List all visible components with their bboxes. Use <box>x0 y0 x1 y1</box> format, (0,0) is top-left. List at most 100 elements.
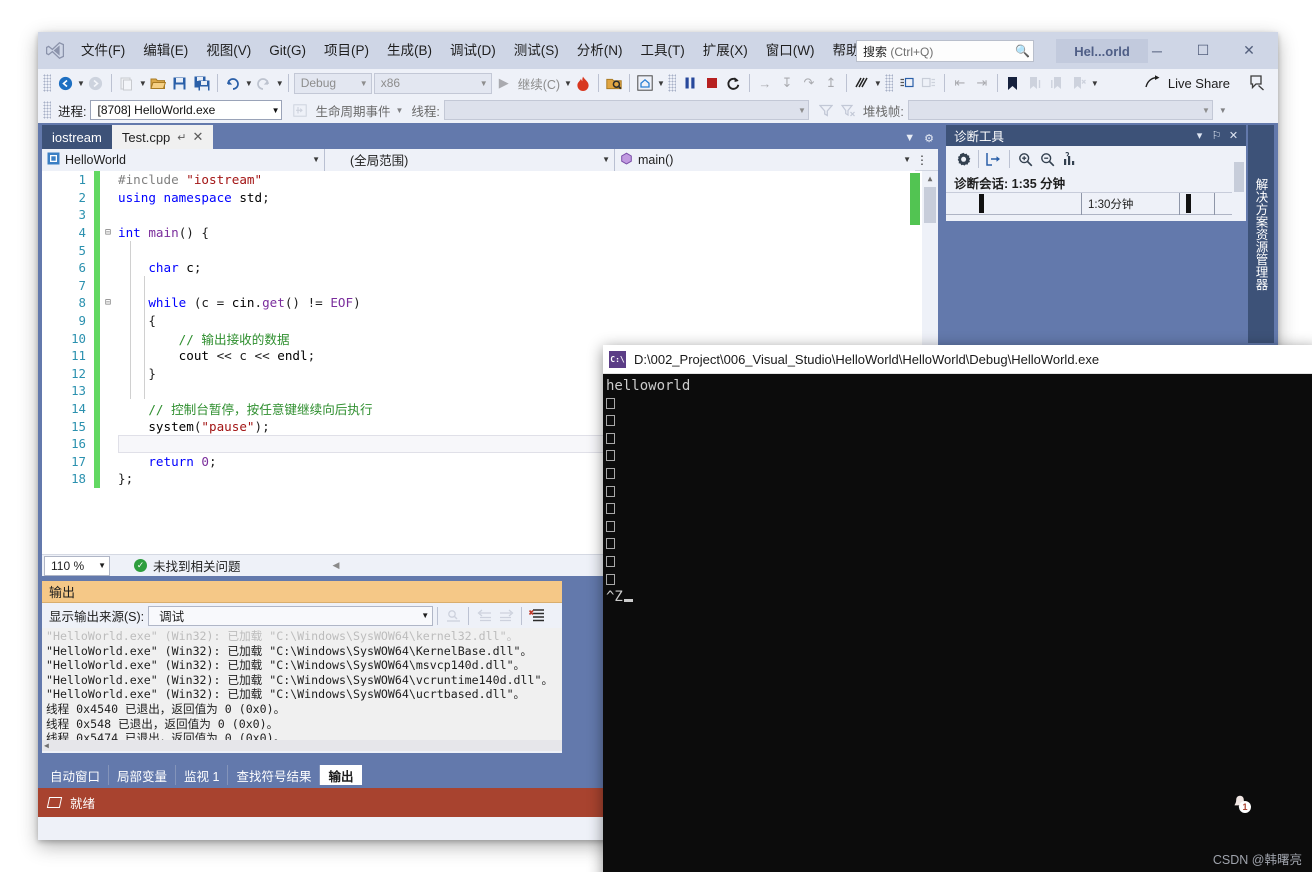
menu-item-git[interactable]: Git(G) <box>260 32 315 69</box>
lifecycle-dropdown-icon[interactable]: ▼ <box>396 106 404 115</box>
open-file-icon[interactable] <box>147 72 169 94</box>
issues-prev-icon[interactable]: ◀ <box>333 560 340 571</box>
lifecycle-events-icon[interactable] <box>289 99 311 121</box>
undo-icon[interactable] <box>222 72 244 94</box>
zoom-out-icon[interactable] <box>1036 148 1058 170</box>
live-visual-tree-icon[interactable] <box>634 72 656 94</box>
tab-watch-1[interactable]: 监视 1 <box>176 765 229 785</box>
output-text[interactable]: "HelloWorld.exe" (Win32): 已加载 "C:\Window… <box>42 628 562 751</box>
clear-filter-icon[interactable] <box>837 99 859 121</box>
toolbar-grip-2[interactable] <box>667 74 676 92</box>
nav-project-combo[interactable]: HelloWorld ▼ <box>42 148 325 171</box>
continue-label[interactable]: 继续(C) <box>515 74 563 93</box>
chevron-down-icon[interactable]: ▾ <box>1191 129 1208 142</box>
navigate-forward-icon[interactable] <box>85 72 107 94</box>
split-editor-icon[interactable]: ⋮ <box>915 153 929 167</box>
select-tools-chart-icon[interactable] <box>1058 148 1080 170</box>
filter-threads-icon[interactable] <box>815 99 837 121</box>
code-line[interactable]: 7 <box>42 276 938 295</box>
document-tab-iostream[interactable]: iostream <box>42 125 112 149</box>
code-line[interactable]: 1 #include "iostream" <box>42 171 938 189</box>
go-to-previous-message-icon[interactable] <box>473 605 495 627</box>
menu-item-extensions[interactable]: 扩展(X) <box>694 32 757 69</box>
menu-item-file[interactable]: 文件(F) <box>72 32 134 69</box>
menu-item-test[interactable]: 测试(S) <box>505 32 568 69</box>
redo-icon[interactable] <box>253 72 275 94</box>
close-icon[interactable]: ✕ <box>1225 129 1242 142</box>
live-visual-dropdown-icon[interactable]: ▼ <box>657 79 665 88</box>
menu-item-build[interactable]: 生成(B) <box>378 32 441 69</box>
lifecycle-events-label[interactable]: 生命周期事件 <box>311 101 394 120</box>
navigate-back-icon[interactable] <box>54 72 76 94</box>
hot-reload-icon[interactable] <box>572 72 594 94</box>
continue-play-icon[interactable]: ▶ <box>493 72 515 94</box>
new-project-dropdown-icon[interactable]: ▼ <box>139 79 147 88</box>
settings-gear-icon[interactable] <box>952 148 974 170</box>
stack-overflow-dropdown-icon[interactable]: ▼ <box>1219 106 1227 115</box>
thread-marker-dropdown-icon[interactable]: ▼ <box>874 79 882 88</box>
menu-item-view[interactable]: 视图(V) <box>197 32 260 69</box>
output-horizontal-scrollbar[interactable]: ◀ <box>42 740 562 751</box>
step-into-icon[interactable]: ↧ <box>776 72 798 94</box>
step-out-icon[interactable]: ↥ <box>820 72 842 94</box>
next-bookmark-icon[interactable] <box>1046 72 1068 94</box>
code-line[interactable]: 9 { <box>42 311 938 330</box>
attach-to-process-icon[interactable] <box>603 72 625 94</box>
code-line[interactable]: 3 <box>42 206 938 224</box>
undo-dropdown-icon[interactable]: ▼ <box>245 79 253 88</box>
solution-platform-combo[interactable]: x86 ▼ <box>373 72 492 94</box>
open-in-new-window-icon[interactable] <box>983 148 1005 170</box>
minimize-button[interactable]: ─ <box>1134 32 1180 69</box>
break-all-icon[interactable] <box>679 72 701 94</box>
tab-settings-icon[interactable]: ⚙ <box>924 132 934 145</box>
code-line[interactable]: 8 ⊟ while (c = cin.get() != EOF) <box>42 294 938 312</box>
pin-tab-icon[interactable]: ↵ <box>177 131 186 144</box>
search-input[interactable]: 搜索 (Ctrl+Q) 🔍 <box>856 40 1034 62</box>
scrollbar-thumb[interactable] <box>924 187 936 223</box>
stack-frame-combo[interactable]: ▼ <box>907 100 1213 120</box>
code-line[interactable]: 6 char c; <box>42 258 938 277</box>
process-combo[interactable]: [8708] HelloWorld.exe ▼ <box>90 100 283 120</box>
save-all-icon[interactable] <box>191 72 213 94</box>
restart-debugging-icon[interactable] <box>723 72 745 94</box>
menu-item-project[interactable]: 项目(P) <box>315 32 378 69</box>
decrease-indent-icon[interactable]: ⇤ <box>949 72 971 94</box>
previous-bookmark-icon[interactable] <box>1024 72 1046 94</box>
tab-list-dropdown-icon[interactable]: ▼ <box>904 132 915 145</box>
maximize-button[interactable]: ☐ <box>1180 32 1226 69</box>
scroll-left-icon[interactable]: ◀ <box>44 741 49 750</box>
fold-toggle-icon[interactable]: ⊟ <box>100 297 116 308</box>
toggle-bookmark-icon[interactable] <box>1002 72 1024 94</box>
toolbar-grip-3[interactable] <box>884 74 893 92</box>
tab-output[interactable]: 输出 <box>320 765 362 785</box>
nav-scope-combo[interactable]: (全局范围) ▼ <box>325 148 615 171</box>
document-tab-testcpp[interactable]: Test.cpp ↵ ✕ <box>111 125 214 149</box>
code-line[interactable]: 5 <box>42 241 938 259</box>
menu-item-debug[interactable]: 调试(D) <box>441 32 505 69</box>
zoom-level-combo[interactable]: 110 % ▼ <box>44 555 110 576</box>
navigate-back-dropdown-icon[interactable]: ▼ <box>77 79 85 88</box>
feedback-icon[interactable] <box>1246 72 1268 94</box>
diagnostic-vertical-scrollbar[interactable] <box>1232 146 1246 221</box>
debug-toolbar-grip[interactable] <box>43 101 51 119</box>
output-source-combo[interactable]: 调试 ▼ <box>148 605 434 626</box>
menu-item-analyze[interactable]: 分析(N) <box>568 32 632 69</box>
thread-marker-icon[interactable] <box>851 72 873 94</box>
new-project-icon[interactable] <box>116 72 138 94</box>
stop-debugging-icon[interactable] <box>701 72 723 94</box>
increase-indent-icon[interactable]: ⇥ <box>971 72 993 94</box>
comment-selection-icon[interactable] <box>896 72 918 94</box>
menu-item-window[interactable]: 窗口(W) <box>757 32 824 69</box>
solution-config-combo[interactable]: Debug ▼ <box>293 72 372 94</box>
tab-find-symbol-results[interactable]: 查找符号结果 <box>228 765 321 785</box>
menu-item-tools[interactable]: 工具(T) <box>632 32 694 69</box>
code-line[interactable]: 2 using namespace std; <box>42 188 938 207</box>
clear-output-icon[interactable] <box>526 605 548 627</box>
thread-combo[interactable]: ▼ <box>443 100 809 120</box>
toolbar-grip[interactable] <box>43 74 51 92</box>
show-next-statement-icon[interactable]: → <box>754 72 776 94</box>
solution-explorer-vertical-tab[interactable]: 解决方案资源管理器 <box>1248 125 1274 343</box>
code-line[interactable]: 4 ⊟ int main() { <box>42 223 938 242</box>
console-output[interactable]: helloworld ^Z <box>603 374 1312 872</box>
scroll-up-icon[interactable]: ▲ <box>922 171 938 186</box>
